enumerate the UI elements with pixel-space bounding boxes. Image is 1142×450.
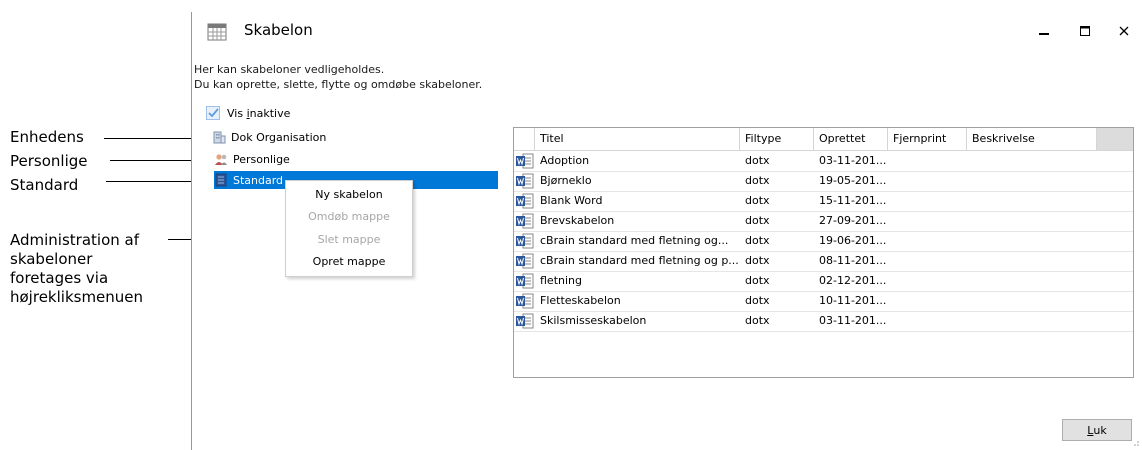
column-header-beskrivelse[interactable]: Beskrivelse [967, 128, 1097, 150]
description-line-2: Du kan oprette, slette, flytte og omdøbe… [194, 78, 483, 91]
table-row[interactable]: Fletteskabelon dotx 10-11-201... [514, 291, 1133, 312]
callout-admin: Administration af skabeloner foretages v… [10, 231, 143, 307]
ctx-opret-mappe[interactable]: Opret mappe [286, 253, 412, 271]
table-row[interactable]: Skilsmisseskabelon dotx 03-11-201... [514, 311, 1133, 332]
template-grid: Titel Filtype Oprettet Fjernprint Beskri… [513, 127, 1134, 378]
vis-inaktive-label: Vis inaktive [227, 106, 291, 120]
word-file-icon [516, 293, 534, 309]
cell-filtype: dotx [745, 274, 770, 287]
maximize-icon [1080, 26, 1090, 36]
cell-oprettet: 15-11-201... [819, 194, 887, 207]
callout-enhedens: Enhedens [10, 128, 84, 146]
table-row[interactable]: Bjørneklo dotx 19-05-201... [514, 171, 1133, 192]
cell-titel: Bjørneklo [540, 174, 592, 187]
table-row[interactable]: cBrain standard med fletning og... dotx 19… [514, 231, 1133, 252]
checkbox-box[interactable] [206, 106, 220, 120]
cell-oprettet: 10-11-201... [819, 294, 887, 307]
cell-titel: Brevskabelon [540, 214, 615, 227]
word-file-icon [516, 213, 534, 229]
maximize-button[interactable] [1073, 20, 1097, 42]
cell-titel: Skilsmisseskabelon [540, 314, 647, 327]
cell-oprettet: 08-11-201... [819, 254, 887, 267]
column-header-icon [514, 128, 535, 150]
cell-titel: cBrain standard med fletning og p... [540, 254, 739, 267]
tree-item-personlige[interactable]: Personlige [214, 150, 290, 168]
cell-oprettet: 19-06-201... [819, 234, 887, 247]
grid-header: Titel Filtype Oprettet Fjernprint Beskri… [514, 128, 1133, 151]
close-icon [1119, 26, 1129, 36]
calendar-grid-icon [207, 21, 227, 41]
resize-grip-icon[interactable] [1131, 438, 1139, 446]
cell-oprettet: 03-11-201... [819, 314, 887, 327]
ctx-ny-skabelon[interactable]: Ny skabelon [286, 186, 412, 204]
building-icon [212, 130, 226, 144]
callout-standard: Standard [10, 176, 79, 194]
word-file-icon [516, 253, 534, 269]
callout-personlige: Personlige [10, 152, 88, 170]
skabelon-window: Skabelon Her kan skabeloner vedligeholde… [191, 12, 1142, 450]
title-bar[interactable]: Skabelon [192, 12, 1142, 52]
minimize-button[interactable] [1032, 20, 1056, 42]
cell-filtype: dotx [745, 174, 770, 187]
window-title: Skabelon [244, 21, 313, 39]
table-row[interactable]: Brevskabelon dotx 27-09-201... [514, 211, 1133, 232]
close-button[interactable] [1112, 20, 1136, 42]
word-file-icon [516, 153, 534, 169]
vis-inaktive-checkbox[interactable]: Vis inaktive [206, 106, 290, 120]
description-line-1: Her kan skabeloner vedligeholdes. [194, 63, 385, 76]
luk-button[interactable]: Luk [1062, 419, 1132, 441]
column-header-fjernprint[interactable]: Fjernprint [888, 128, 967, 150]
cell-titel: cBrain standard med fletning og... [540, 234, 729, 247]
column-header-filler [1097, 128, 1133, 150]
ctx-omdob-mappe[interactable]: Omdøb mappe [286, 208, 412, 226]
cell-titel: Fletteskabelon [540, 294, 621, 307]
cell-filtype: dotx [745, 194, 770, 207]
context-menu: Ny skabelon Omdøb mappe Slet mappe Opret… [285, 180, 413, 277]
cell-titel: Blank Word [540, 194, 603, 207]
cell-filtype: dotx [745, 234, 770, 247]
cell-titel: fletning [540, 274, 582, 287]
column-header-oprettet[interactable]: Oprettet [814, 128, 888, 150]
cell-filtype: dotx [745, 314, 770, 327]
word-file-icon [516, 273, 534, 289]
cell-oprettet: 27-09-201... [819, 214, 887, 227]
minimize-icon [1039, 33, 1049, 35]
word-file-icon [516, 313, 534, 329]
description: Her kan skabeloner vedligeholdes. Du kan… [194, 62, 482, 92]
users-icon [214, 152, 228, 166]
table-row[interactable]: Blank Word dotx 15-11-201... [514, 191, 1133, 212]
column-header-titel[interactable]: Titel [535, 128, 740, 150]
tree-item-dok-organisation[interactable]: Dok Organisation [212, 128, 326, 146]
table-row[interactable]: fletning dotx 02-12-201... [514, 271, 1133, 292]
tree-item-label: Dok Organisation [231, 130, 327, 144]
callout-admin-line-2: skabeloner [10, 250, 93, 268]
cell-titel: Adoption [540, 154, 590, 167]
cell-filtype: dotx [745, 254, 770, 267]
callout-admin-line-4: højrekliksmenuen [10, 288, 144, 306]
callout-admin-line-3: foretages via [10, 269, 109, 287]
cell-filtype: dotx [745, 294, 770, 307]
word-file-icon [516, 193, 534, 209]
word-file-icon [516, 233, 534, 249]
cell-filtype: dotx [745, 154, 770, 167]
word-file-icon [516, 173, 534, 189]
cell-oprettet: 19-05-201... [819, 174, 887, 187]
callout-line-enhedens [104, 138, 204, 139]
column-header-filtype[interactable]: Filtype [740, 128, 814, 150]
table-row[interactable]: cBrain standard med fletning og p... dotx… [514, 251, 1133, 272]
ctx-slet-mappe[interactable]: Slet mappe [286, 231, 412, 249]
cell-filtype: dotx [745, 214, 770, 227]
document-icon [214, 173, 228, 187]
tree-item-label: Standard [233, 173, 284, 187]
table-row[interactable]: Adoption dotx 03-11-201... [514, 151, 1133, 172]
cell-oprettet: 02-12-201... [819, 274, 887, 287]
check-icon [207, 108, 219, 118]
cell-oprettet: 03-11-201... [819, 154, 887, 167]
tree-item-label: Personlige [233, 152, 290, 166]
callout-admin-line-1: Administration af [10, 231, 140, 249]
